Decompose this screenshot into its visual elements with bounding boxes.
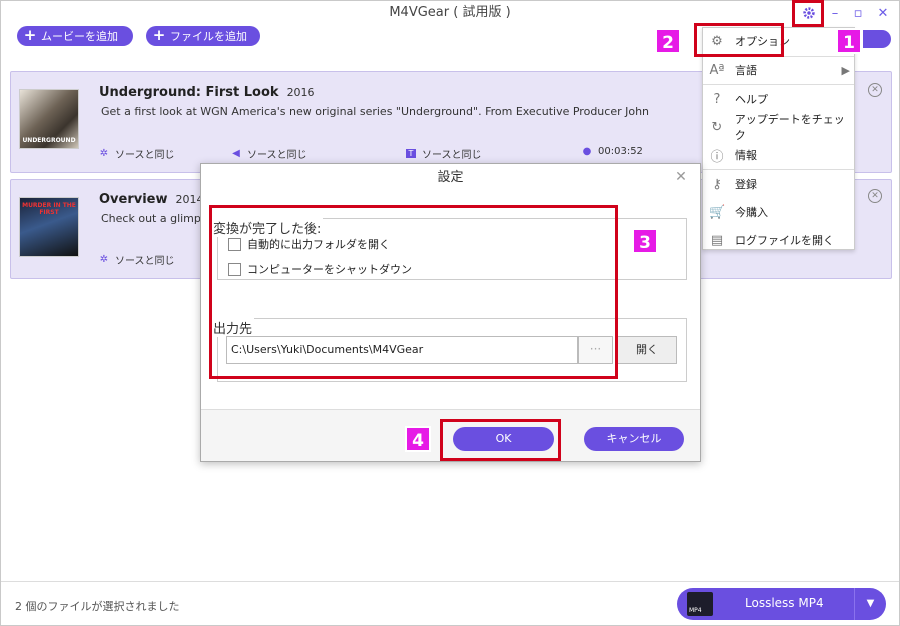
- status-bar: 2 個のファイルが選択されました MP4 Lossless MP4 ▼: [1, 581, 899, 625]
- add-movie-label: ムービーを追加: [41, 30, 118, 43]
- menu-item-language[interactable]: Aª 言語 ▶: [703, 57, 854, 83]
- chevron-right-icon: ▶: [841, 63, 850, 77]
- item-year: 2016: [286, 86, 315, 99]
- info-icon: ⓘ: [710, 149, 724, 165]
- close-icon: ✕: [877, 5, 889, 21]
- close-icon: ✕: [675, 169, 687, 185]
- menu-item-label: ログファイルを開く: [735, 234, 834, 247]
- mp4-icon: MP4: [687, 592, 713, 616]
- log-file-icon: ▤: [710, 232, 724, 248]
- subtitle-setting-label: ソースと同じ: [422, 150, 482, 161]
- menu-item-register[interactable]: ⚷ 登録: [703, 171, 854, 197]
- item-description: Check out a glimpse: [101, 212, 214, 225]
- step-badge-3: 3: [632, 228, 658, 254]
- menu-item-label: 情報: [735, 149, 757, 162]
- audio-setting-label: ソースと同じ: [247, 150, 307, 161]
- maximize-icon: ▫: [853, 5, 863, 21]
- open-folder-button[interactable]: 開く: [617, 336, 677, 364]
- key-icon: ⚷: [712, 176, 722, 192]
- cart-icon: 🛒: [709, 204, 726, 220]
- menu-item-label: 登録: [735, 178, 757, 191]
- thumbnail-caption: MURDER IN THE FIRST: [22, 202, 76, 216]
- menu-item-buy-now[interactable]: 🛒 今購入: [703, 199, 854, 225]
- highlight-gear: [792, 0, 824, 27]
- menu-item-help[interactable]: ? ヘルプ: [703, 86, 854, 112]
- subtitle-setting[interactable]: T ソースと同じ: [406, 146, 482, 161]
- selection-status: 2 個のファイルが選択されました: [15, 600, 180, 613]
- video-setting[interactable]: ✲ ソースと同じ: [99, 146, 175, 161]
- video-setting-label: ソースと同じ: [115, 256, 175, 267]
- highlight-settings: [209, 205, 618, 379]
- menu-divider: [703, 84, 854, 85]
- item-title: Underground: First Look 2016: [99, 85, 315, 100]
- menu-divider: [703, 169, 854, 170]
- menu-item-label: 今購入: [735, 206, 768, 219]
- minimize-button[interactable]: –: [824, 4, 846, 22]
- settings-menu: ⚙ オプション Aª 言語 ▶ ? ヘルプ ↻ アップデートをチェック ⓘ 情報 ⚷ 登録 🛒…: [702, 27, 855, 250]
- video-icon: ✲: [99, 254, 109, 265]
- item-title: Overview 2014: [99, 192, 204, 207]
- refresh-icon: ↻: [711, 119, 723, 135]
- movie-thumbnail: UNDERGROUND: [19, 89, 79, 149]
- add-file-label: ファイルを追加: [170, 30, 247, 43]
- menu-item-check-update[interactable]: ↻ アップデートをチェック: [703, 113, 854, 142]
- format-dropdown-button[interactable]: ▼: [854, 588, 886, 620]
- window-title: M4VGear ( 試用版 ): [389, 5, 511, 20]
- step-badge-4: 4: [405, 426, 431, 452]
- highlight-ok: [440, 419, 561, 461]
- output-format-label: Lossless MP4: [745, 596, 824, 610]
- minimize-icon: –: [831, 5, 839, 21]
- step-badge-1: 1: [836, 28, 862, 54]
- add-file-button[interactable]: + ファイルを追加: [146, 26, 260, 46]
- language-icon: Aª: [709, 62, 725, 78]
- step-badge-2: 2: [655, 28, 681, 54]
- video-setting-label: ソースと同じ: [115, 150, 175, 161]
- help-icon: ?: [713, 91, 721, 107]
- menu-item-label: 言語: [735, 64, 757, 77]
- clock-icon: ●: [582, 146, 592, 157]
- cancel-button[interactable]: キャンセル: [584, 427, 684, 451]
- close-icon: ✕: [871, 85, 879, 95]
- plus-icon: +: [152, 26, 166, 44]
- item-title-text: Overview: [99, 192, 168, 207]
- plus-icon: +: [23, 26, 37, 44]
- mp4-icon-label: MP4: [689, 607, 702, 614]
- item-title-text: Underground: First Look: [99, 85, 279, 100]
- video-setting[interactable]: ✲ ソースと同じ: [99, 252, 175, 267]
- remove-item-button[interactable]: ✕: [868, 83, 882, 97]
- output-format-button[interactable]: MP4 Lossless MP4 ▼: [677, 588, 886, 620]
- close-window-button[interactable]: ✕: [872, 4, 894, 22]
- remove-item-button[interactable]: ✕: [868, 189, 882, 203]
- close-icon: ✕: [871, 191, 879, 201]
- item-description: Get a first look at WGN America's new or…: [101, 105, 650, 118]
- thumbnail-caption: UNDERGROUND: [22, 137, 76, 144]
- dialog-title: 設定: [437, 170, 464, 185]
- add-movie-button[interactable]: + ムービーを追加: [17, 26, 133, 46]
- subtitle-icon: T: [406, 149, 416, 158]
- menu-item-open-log[interactable]: ▤ ログファイルを開く: [703, 227, 854, 253]
- audio-setting[interactable]: ◀ ソースと同じ: [231, 146, 307, 161]
- highlight-options: [694, 23, 784, 57]
- menu-item-label: アップデートをチェック: [734, 113, 845, 142]
- dialog-close-button[interactable]: ✕: [673, 169, 689, 185]
- menu-item-label: ヘルプ: [735, 93, 768, 106]
- movie-thumbnail: MURDER IN THE FIRST: [19, 197, 79, 257]
- duration: ● 00:03:52: [582, 146, 643, 157]
- video-icon: ✲: [99, 148, 109, 159]
- maximize-button[interactable]: ▫: [847, 4, 869, 22]
- chevron-down-icon: ▼: [866, 598, 875, 609]
- menu-item-about[interactable]: ⓘ 情報: [703, 142, 854, 168]
- convert-button-edge[interactable]: [863, 30, 891, 48]
- duration-value: 00:03:52: [598, 146, 643, 157]
- speaker-icon: ◀: [232, 148, 240, 159]
